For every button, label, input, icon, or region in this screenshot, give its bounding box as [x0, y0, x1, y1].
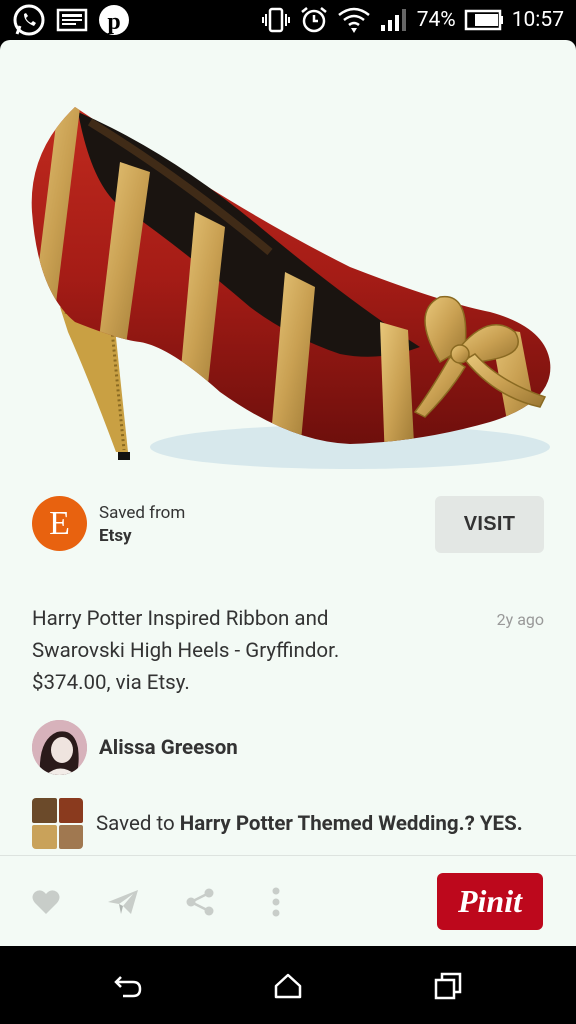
description-line: Harry Potter Inspired Ribbon and [32, 607, 329, 631]
saved-from-label: Saved from [99, 503, 186, 523]
send-icon[interactable] [105, 884, 141, 920]
clock-time: 10:57 [511, 8, 564, 32]
alarm-icon [299, 5, 329, 35]
pinterest-icon: p [98, 4, 130, 36]
pinner-name[interactable]: Alissa Greeson [99, 736, 238, 760]
more-options-icon[interactable] [258, 884, 294, 920]
description-line: Swarovski High Heels - Gryffindor. [32, 639, 340, 663]
board-name[interactable]: Harry Potter Themed Wedding.? YES. [180, 812, 523, 836]
share-icon[interactable] [182, 884, 218, 920]
svg-text:p: p [107, 9, 120, 35]
heart-icon[interactable] [28, 884, 64, 920]
board-row[interactable]: Saved to Harry Potter Themed Wedding.? Y… [32, 798, 572, 850]
pin-description: Harry Potter Inspired Ribbon and Swarovs… [32, 603, 472, 699]
action-bar: Pinit [0, 856, 576, 946]
pinner-avatar[interactable] [32, 720, 87, 775]
source-row: E Saved from Etsy VISIT [32, 496, 544, 553]
pin-it-button[interactable]: Pinit [437, 873, 543, 930]
source-name[interactable]: Etsy [99, 526, 132, 546]
board-text: Saved to Harry Potter Themed Wedding.? Y… [96, 812, 523, 836]
navigation-bar [0, 946, 576, 1024]
wifi-icon [337, 5, 371, 35]
pin-detail-card: E Saved from Etsy VISIT Harry Potter Ins… [0, 40, 576, 946]
whatsapp-icon [12, 3, 46, 37]
pin-age: 2y ago [496, 610, 544, 629]
message-icon [56, 7, 88, 33]
pin-image[interactable] [20, 92, 560, 492]
signal-icon [379, 7, 409, 33]
vibrate-icon [261, 7, 291, 33]
saved-to-label: Saved to [96, 812, 175, 836]
status-bar: p 74% 10:57 [0, 0, 576, 40]
visit-button[interactable]: VISIT [435, 496, 544, 553]
home-icon[interactable] [270, 968, 306, 1004]
description-line: $374.00, via Etsy. [32, 671, 190, 695]
etsy-logo[interactable]: E [32, 496, 87, 551]
back-icon[interactable] [110, 968, 146, 1004]
battery-percent: 74% [416, 8, 456, 32]
battery-icon [464, 9, 504, 31]
board-thumbnail[interactable] [32, 798, 83, 849]
recent-apps-icon[interactable] [430, 968, 466, 1004]
